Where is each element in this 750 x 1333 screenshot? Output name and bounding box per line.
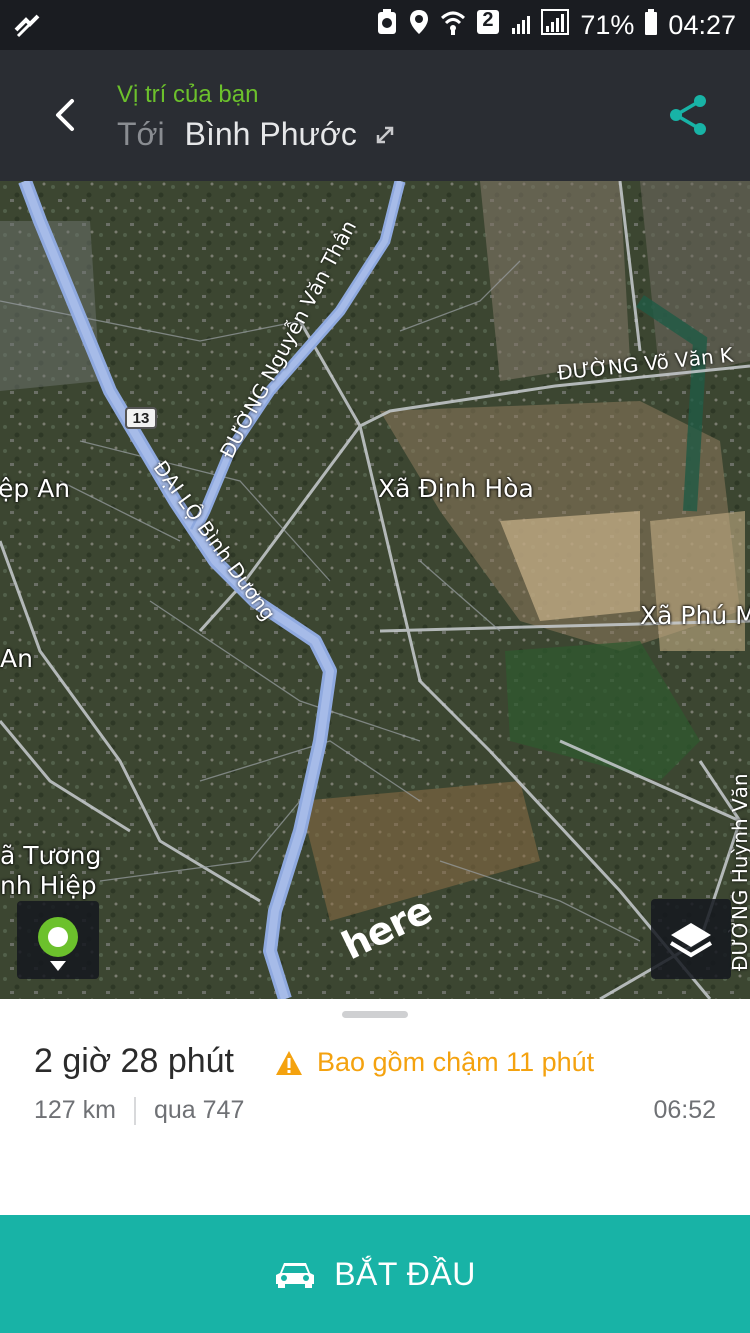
road-label-huynh-van: ĐƯỜNG Huỳnh Văn [728, 773, 750, 971]
route-summary-sheet[interactable]: 2 giờ 28 phút Bao gồm chậm 11 phút 127 k… [0, 999, 750, 1215]
place-label-tuong: ã Tương [0, 841, 102, 870]
arrival-time: 06:52 [653, 1096, 716, 1124]
chevron-left-icon [56, 99, 74, 131]
destination-prefix: Tới [117, 116, 165, 152]
place-label-binh-hiep: nh Hiệp [0, 871, 97, 900]
clock: 04:27 [668, 9, 736, 40]
route-header: Vị trí của bạn Tới Bình Phước [0, 50, 750, 181]
route-duration: 2 giờ 28 phút [34, 1042, 234, 1080]
place-label-phu: Xã Phú M [640, 601, 750, 630]
location-icon [408, 8, 430, 43]
route-distance: 127 km [34, 1096, 116, 1124]
car-icon [276, 1263, 315, 1288]
destination-name: Bình Phước [184, 116, 357, 152]
layers-icon [669, 923, 713, 958]
battery-icon [644, 8, 658, 43]
sim-icon: 2 [476, 8, 500, 43]
wifi-icon [440, 8, 466, 43]
status-bar: 2 71% 04:27 [0, 0, 750, 50]
back-button[interactable] [40, 88, 90, 142]
drag-handle[interactable] [342, 1011, 408, 1018]
destination-row[interactable]: Tới Bình Phước [117, 116, 395, 153]
satellite-map [0, 181, 750, 999]
my-location-button[interactable] [17, 901, 99, 979]
delay-text: Bao gồm chậm 11 phút [317, 1047, 595, 1077]
origin-label[interactable]: Vị trí của bạn [117, 81, 258, 109]
signal-off-icon [12, 10, 42, 45]
sync-icon [376, 8, 398, 43]
cell-signal-icon [510, 8, 570, 43]
map-view[interactable]: ĐƯỜNG Nguyễn Văn Thân ĐẠI LỘ Bình Dương … [0, 181, 750, 999]
start-label: BẮT ĐẦU [334, 1255, 476, 1292]
map-layers-button[interactable] [651, 899, 731, 979]
meta-divider [133, 1096, 136, 1125]
route-via: qua 747 [153, 1096, 245, 1124]
place-label-hiep-an: ệp An [0, 474, 71, 503]
expand-icon[interactable] [375, 125, 395, 150]
location-pin-icon [38, 917, 78, 971]
place-label-dinh-hoa: Xã Định Hòa [378, 474, 534, 503]
share-icon [670, 95, 706, 135]
route-meta: 127 km qua 747 [34, 1096, 244, 1125]
battery-percent: 71% [580, 9, 635, 40]
start-navigation-button[interactable]: BẮT ĐẦU [0, 1215, 750, 1333]
place-label-an: An [0, 644, 33, 673]
delay-warning: Bao gồm chậm 11 phút [275, 1047, 594, 1078]
share-button[interactable] [668, 94, 712, 138]
route-shield: 13 [125, 407, 157, 429]
sim-badge: 2 [482, 8, 494, 31]
warning-icon [276, 1050, 302, 1075]
